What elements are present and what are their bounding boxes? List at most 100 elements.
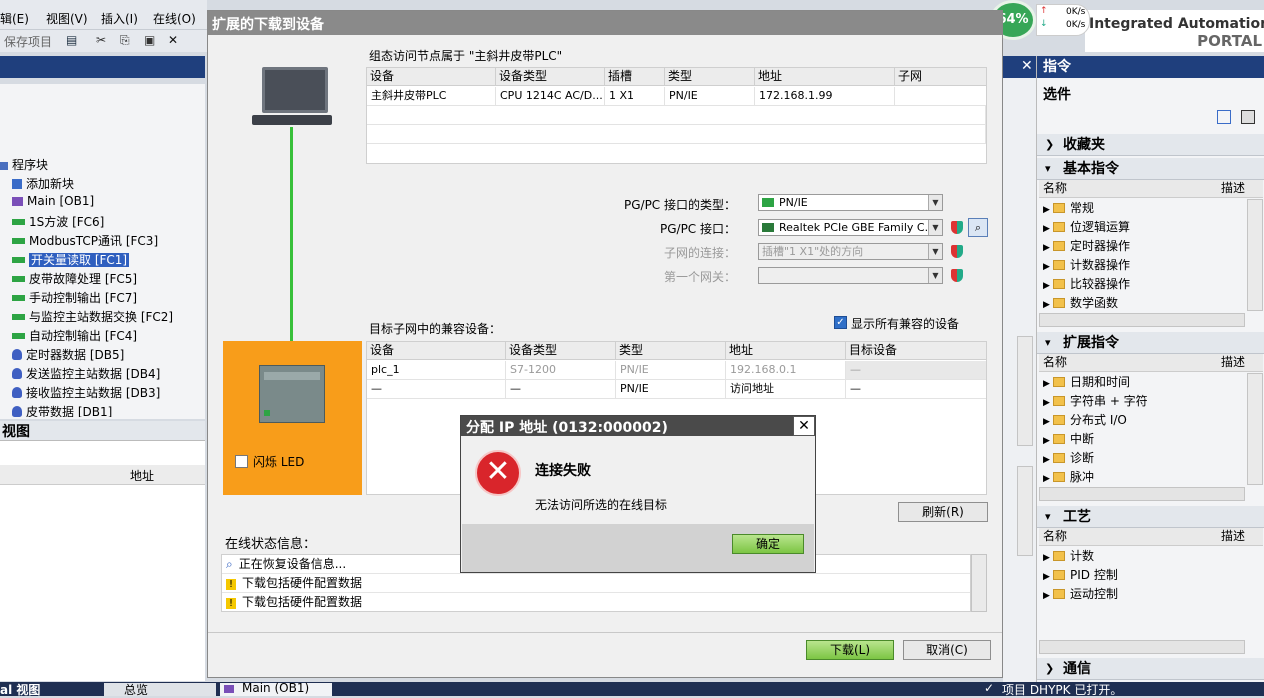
target-col-kind[interactable]: 类型: [616, 342, 726, 360]
basic-item[interactable]: ▶ 比较器操作: [1043, 275, 1130, 293]
pgpc-type-select[interactable]: PN/IE ▼: [758, 194, 943, 211]
tree-item[interactable]: 手动控制输出 [FC7]: [12, 289, 137, 308]
pgpc-if-select[interactable]: Realtek PCIe GBE Family C... ▼: [758, 219, 943, 236]
tech-item[interactable]: ▶ 计数: [1043, 547, 1094, 565]
technology-section[interactable]: ▾ 工艺: [1037, 506, 1264, 528]
config-col-kind[interactable]: 类型: [665, 68, 755, 86]
tree-item[interactable]: ModbusTCP通讯 [FC3]: [12, 232, 158, 251]
extended-scrollbar[interactable]: [1247, 373, 1263, 485]
basic-item[interactable]: ▶ 常规: [1043, 199, 1094, 217]
target-cell[interactable]: 访问地址: [726, 380, 846, 399]
basic-section[interactable]: ▾ 基本指令: [1037, 158, 1264, 180]
extended-hscrollbar[interactable]: [1039, 487, 1245, 501]
target-cell[interactable]: —: [506, 380, 616, 399]
col-desc[interactable]: 描述: [1221, 180, 1245, 197]
menu-view[interactable]: 视图(V): [46, 10, 88, 27]
basic-item[interactable]: ▶ 位逻辑运算: [1043, 218, 1130, 236]
target-cell[interactable]: plc_1: [367, 361, 506, 380]
menu-insert[interactable]: 插入(I): [101, 10, 138, 27]
tree-item[interactable]: 自动控制输出 [FC4]: [12, 327, 137, 346]
col-name[interactable]: 名称: [1043, 528, 1067, 545]
tree-item[interactable]: 接收监控主站数据 [DB3]: [12, 384, 160, 403]
cut-icon[interactable]: ✂: [96, 33, 106, 47]
config-col-type[interactable]: 设备类型: [496, 68, 605, 86]
extended-item[interactable]: ▶ 中断: [1043, 430, 1094, 448]
target-cell[interactable]: —: [367, 380, 506, 399]
portal-view-link[interactable]: al 视图: [0, 681, 40, 698]
target-cell[interactable]: PN/IE: [616, 361, 726, 380]
flash-led-checkbox[interactable]: [235, 455, 248, 468]
editor-scrollbar-2[interactable]: [1017, 466, 1033, 556]
basic-scrollbar[interactable]: [1247, 199, 1263, 311]
config-cell[interactable]: 主斜井皮带PLC: [367, 87, 496, 106]
download-button[interactable]: 下载(L): [806, 640, 894, 660]
show-all-checkbox[interactable]: ✓: [834, 316, 847, 329]
extended-item[interactable]: ▶ 诊断: [1043, 449, 1094, 467]
chevron-down-icon[interactable]: ▼: [928, 268, 942, 283]
config-cell[interactable]: 1 X1: [605, 87, 665, 106]
favorites-section[interactable]: ❯ 收藏夹: [1037, 134, 1264, 156]
target-cell[interactable]: —: [846, 380, 986, 399]
tree-item[interactable]: 皮带故障处理 [FC5]: [12, 270, 137, 289]
tree-item[interactable]: 皮带数据 [DB1]: [12, 403, 112, 417]
tech-hscrollbar[interactable]: [1039, 640, 1245, 654]
view-list-icon[interactable]: [1217, 110, 1231, 124]
config-cell[interactable]: [895, 87, 986, 106]
ok-button[interactable]: 确定: [732, 534, 804, 554]
basic-hscrollbar[interactable]: [1039, 313, 1245, 327]
config-cell[interactable]: CPU 1214C AC/D...: [496, 87, 605, 106]
editor-scrollbar[interactable]: [1017, 336, 1033, 446]
config-cell[interactable]: PN/IE: [665, 87, 755, 106]
chevron-down-icon[interactable]: ▼: [928, 195, 942, 210]
extended-section[interactable]: ▾ 扩展指令: [1037, 332, 1264, 354]
tech-item[interactable]: ▶ 运动控制: [1043, 585, 1118, 603]
extended-item[interactable]: ▶ 字符串 + 字符: [1043, 392, 1148, 410]
paste-icon[interactable]: ▣: [144, 33, 155, 47]
chevron-down-icon[interactable]: ▼: [928, 244, 942, 259]
target-col-address[interactable]: 地址: [726, 342, 846, 360]
target-cell[interactable]: PN/IE: [616, 380, 726, 399]
status-scrollbar[interactable]: [971, 554, 987, 612]
extended-item[interactable]: ▶ 分布式 I/O: [1043, 411, 1127, 429]
target-cell[interactable]: 192.168.0.1: [726, 361, 846, 380]
config-cell[interactable]: 172.168.1.99: [755, 87, 895, 106]
target-col-device[interactable]: 设备: [367, 342, 506, 360]
tech-item[interactable]: ▶ PID 控制: [1043, 566, 1118, 584]
search-icon[interactable]: ⌕: [968, 218, 988, 237]
tab-main[interactable]: Main (OB1): [220, 681, 332, 696]
tab-overview[interactable]: 总览: [104, 683, 216, 697]
config-col-device[interactable]: 设备: [367, 68, 496, 86]
target-col-type[interactable]: 设备类型: [506, 342, 616, 360]
gateway-select[interactable]: ▼: [758, 267, 943, 284]
target-cell[interactable]: S7-1200: [506, 361, 616, 380]
tree-item-selected[interactable]: 开关量读取 [FC1]: [12, 251, 130, 270]
tree-item[interactable]: 定时器数据 [DB5]: [12, 346, 124, 365]
col-desc[interactable]: 描述: [1221, 354, 1245, 371]
column-address[interactable]: 地址: [130, 467, 154, 484]
tree-item[interactable]: Main [OB1]: [12, 194, 94, 213]
close-icon[interactable]: ✕: [1021, 58, 1033, 74]
cancel-button[interactable]: 取消(C): [903, 640, 991, 660]
menu-online[interactable]: 在线(O): [153, 10, 196, 27]
chevron-down-icon[interactable]: ▼: [928, 220, 942, 235]
config-col-address[interactable]: 地址: [755, 68, 895, 86]
print-icon[interactable]: ▤: [66, 33, 77, 47]
basic-item[interactable]: ▶ 数学函数: [1043, 294, 1118, 312]
config-col-subnet[interactable]: 子网: [895, 68, 986, 86]
basic-item[interactable]: ▶ 计数器操作: [1043, 256, 1130, 274]
view-detail-icon[interactable]: [1241, 110, 1255, 124]
menu-edit[interactable]: 辑(E): [0, 10, 29, 27]
extended-item[interactable]: ▶ 日期和时间: [1043, 373, 1130, 391]
save-project-button[interactable]: 保存项目: [4, 33, 52, 50]
config-col-slot[interactable]: 插槽: [605, 68, 665, 86]
col-desc[interactable]: 描述: [1221, 528, 1245, 545]
close-icon[interactable]: ✕: [793, 416, 815, 436]
tree-item[interactable]: 发送监控主站数据 [DB4]: [12, 365, 160, 384]
tree-item[interactable]: 与监控主站数据交换 [FC2]: [12, 308, 173, 327]
tree-group[interactable]: 程序块: [0, 156, 48, 175]
target-cell[interactable]: —: [846, 361, 986, 380]
copy-icon[interactable]: ⎘: [120, 33, 130, 48]
target-col-target[interactable]: 目标设备: [846, 342, 986, 360]
extended-item[interactable]: ▶ 脉冲: [1043, 468, 1094, 486]
refresh-button[interactable]: 刷新(R): [898, 502, 988, 522]
